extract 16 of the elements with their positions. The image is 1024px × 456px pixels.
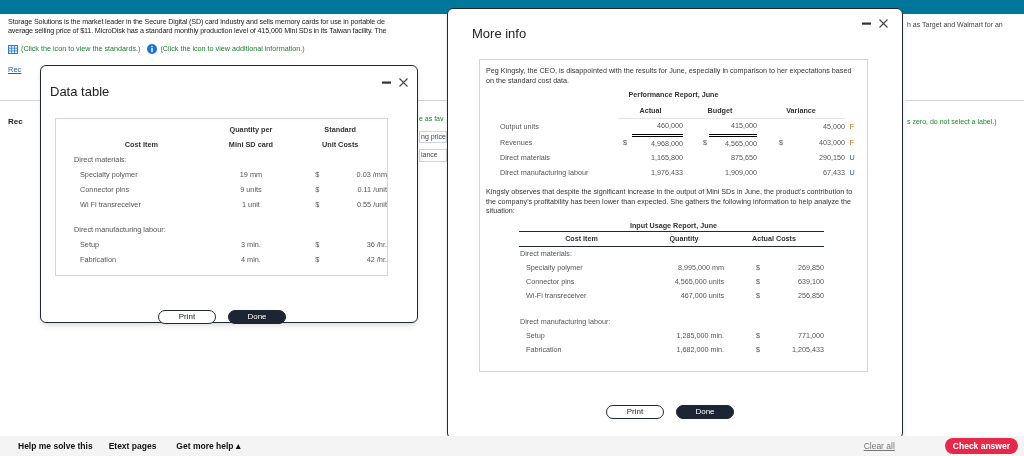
dialog-title: More info bbox=[472, 25, 527, 43]
close-icon[interactable] bbox=[399, 78, 408, 87]
requirements-heading: Rec bbox=[8, 116, 23, 128]
footer-link[interactable]: Etext pages bbox=[108, 439, 157, 453]
check-answer-button[interactable]: Check answer bbox=[944, 438, 1018, 454]
footer-link[interactable]: Get more help ▴ bbox=[176, 439, 241, 453]
dialog-button[interactable]: Done bbox=[228, 310, 286, 324]
clear-all-link[interactable]: Clear all bbox=[863, 439, 895, 453]
dialog-title: Data table bbox=[50, 83, 110, 101]
dialog-button[interactable]: Print bbox=[158, 310, 216, 324]
dialog-button[interactable]: Done bbox=[676, 405, 734, 419]
table-icon[interactable] bbox=[8, 44, 18, 54]
info-icon[interactable] bbox=[147, 44, 158, 55]
close-icon[interactable] bbox=[879, 19, 888, 28]
dialog-button[interactable]: Print bbox=[606, 405, 664, 419]
footer-link[interactable]: Help me solve this bbox=[18, 439, 93, 453]
